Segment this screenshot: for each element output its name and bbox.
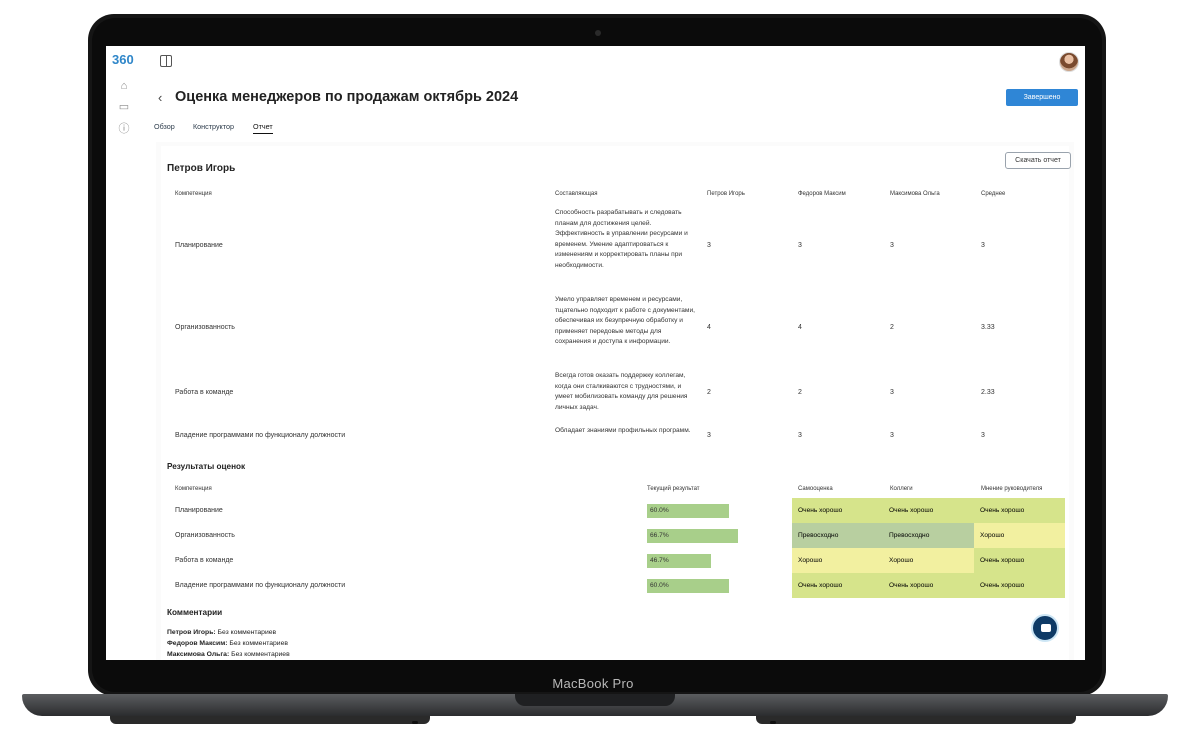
- results-header-manager: Мнение руководителя: [981, 486, 1043, 492]
- download-report-button[interactable]: Скачать отчет: [1005, 152, 1071, 169]
- rating-cell-manager: Очень хорошо: [974, 498, 1065, 523]
- rating-cell-peers: Очень хорошо: [883, 573, 974, 598]
- table-cell-description: Способность разрабатывать и следовать пл…: [555, 209, 688, 269]
- laptop-foot: [756, 716, 1076, 724]
- table-cell-competence: Работа в команде: [175, 389, 234, 396]
- table-cell-average: 3.33: [981, 324, 995, 331]
- results-header-current: Текущий результат: [647, 486, 700, 492]
- current-result-bar: 66.7%: [647, 529, 739, 543]
- laptop-foot: [110, 716, 430, 724]
- page-title: Оценка менеджеров по продажам октябрь 20…: [175, 89, 519, 105]
- table-cell-score: 3: [798, 242, 802, 249]
- table-cell-score: 3: [798, 432, 802, 439]
- app-logo[interactable]: 360: [112, 52, 134, 67]
- home-icon[interactable]: ⌂: [118, 80, 130, 92]
- rating-cell-peers: Хорошо: [883, 548, 974, 573]
- rating-cell-manager: Очень хорошо: [974, 573, 1065, 598]
- device-label: MacBook Pro: [552, 676, 634, 691]
- table-cell-average: 3: [981, 432, 985, 439]
- results-cell-competence: Планирование: [175, 507, 223, 514]
- table-cell-score: 3: [707, 432, 711, 439]
- comment-item: Федоров Максим: Без комментариев: [167, 640, 288, 647]
- sidebar: 360 ⌂ ▭ ⓘ: [106, 46, 144, 660]
- comment-item: Петров Игорь: Без комментариев: [167, 629, 277, 636]
- col-header-fedorov: Федоров Максим: [798, 191, 846, 197]
- results-cell-competence: Организованность: [175, 532, 235, 539]
- table-cell-score: 4: [798, 324, 802, 331]
- col-header-component: Составляющая: [555, 191, 598, 197]
- table-cell-average: 2.33: [981, 389, 995, 396]
- rating-cell-self: Очень хорошо: [792, 498, 883, 523]
- rating-cell-self: Очень хорошо: [792, 573, 883, 598]
- table-cell-score: 3: [890, 432, 894, 439]
- results-header-self: Самооценка: [798, 486, 833, 492]
- results-header-peers: Коллеги: [890, 486, 913, 492]
- laptop-foot-pad: [770, 721, 776, 724]
- current-result-bar: 46.7%: [647, 554, 711, 568]
- rating-cell-peers: Превосходно: [883, 523, 974, 548]
- info-icon[interactable]: ⓘ: [118, 123, 130, 135]
- rating-cell-manager: Хорошо: [974, 523, 1065, 548]
- table-cell-competence: Владение программами по функционалу долж…: [175, 432, 346, 439]
- results-section-title: Результаты оценок: [167, 462, 246, 471]
- table-cell-score: 2: [707, 389, 711, 396]
- table-cell-description: Обладает знаниями профильных программ.: [555, 427, 691, 434]
- table-cell-competence: Планирование: [175, 242, 223, 249]
- current-result-bar: 60.0%: [647, 504, 730, 518]
- laptop-foot-pad: [412, 721, 418, 724]
- sidebar-toggle-icon[interactable]: [160, 55, 172, 67]
- rating-cell-self: Превосходно: [792, 523, 883, 548]
- comments-section-title: Комментарии: [167, 608, 223, 617]
- results-header-competence: Компетенция: [175, 486, 212, 492]
- tab-constructor[interactable]: Конструктор: [193, 122, 234, 131]
- results-cell-competence: Работа в команде: [175, 557, 234, 564]
- avatar[interactable]: [1059, 52, 1079, 72]
- back-chevron-icon[interactable]: ‹: [158, 90, 162, 105]
- camera-icon: [595, 30, 601, 36]
- tab-report[interactable]: Отчет: [253, 122, 273, 134]
- table-cell-description: Умело управляет временем и ресурсами, тщ…: [555, 296, 695, 346]
- col-header-competence: Компетенция: [175, 191, 212, 197]
- table-cell-score: 2: [798, 389, 802, 396]
- table-cell-description: Всегда готов оказать поддержку коллегам,…: [555, 372, 688, 411]
- rating-cell-self: Хорошо: [792, 548, 883, 573]
- table-cell-score: 3: [890, 389, 894, 396]
- comment-item: Максимова Ольга: Без комментариев: [167, 651, 290, 658]
- table-cell-score: 3: [707, 242, 711, 249]
- person-name: Петров Игорь: [167, 163, 236, 174]
- table-cell-score: 2: [890, 324, 894, 331]
- table-cell-score: 3: [890, 242, 894, 249]
- rating-cell-manager: Очень хорошо: [974, 548, 1065, 573]
- laptop-notch: [515, 694, 675, 706]
- current-result-bar: 60.0%: [647, 579, 730, 593]
- col-header-average: Среднее: [981, 191, 1006, 197]
- table-cell-score: 4: [707, 324, 711, 331]
- col-header-petrov: Петров Игорь: [707, 191, 745, 197]
- table-cell-average: 3: [981, 242, 985, 249]
- book-icon[interactable]: ▭: [118, 101, 130, 113]
- rating-cell-peers: Очень хорошо: [883, 498, 974, 523]
- results-cell-competence: Владение программами по функционалу долж…: [175, 582, 346, 589]
- status-button[interactable]: Завершено: [1006, 89, 1078, 106]
- table-cell-competence: Организованность: [175, 324, 235, 331]
- col-header-maksimova: Максимова Ольга: [890, 191, 940, 197]
- chat-button[interactable]: [1031, 614, 1059, 642]
- tab-overview[interactable]: Обзор: [154, 122, 175, 131]
- screen: 360 ⌂ ▭ ⓘ ‹ Оценка менеджеров по продажа…: [106, 46, 1085, 660]
